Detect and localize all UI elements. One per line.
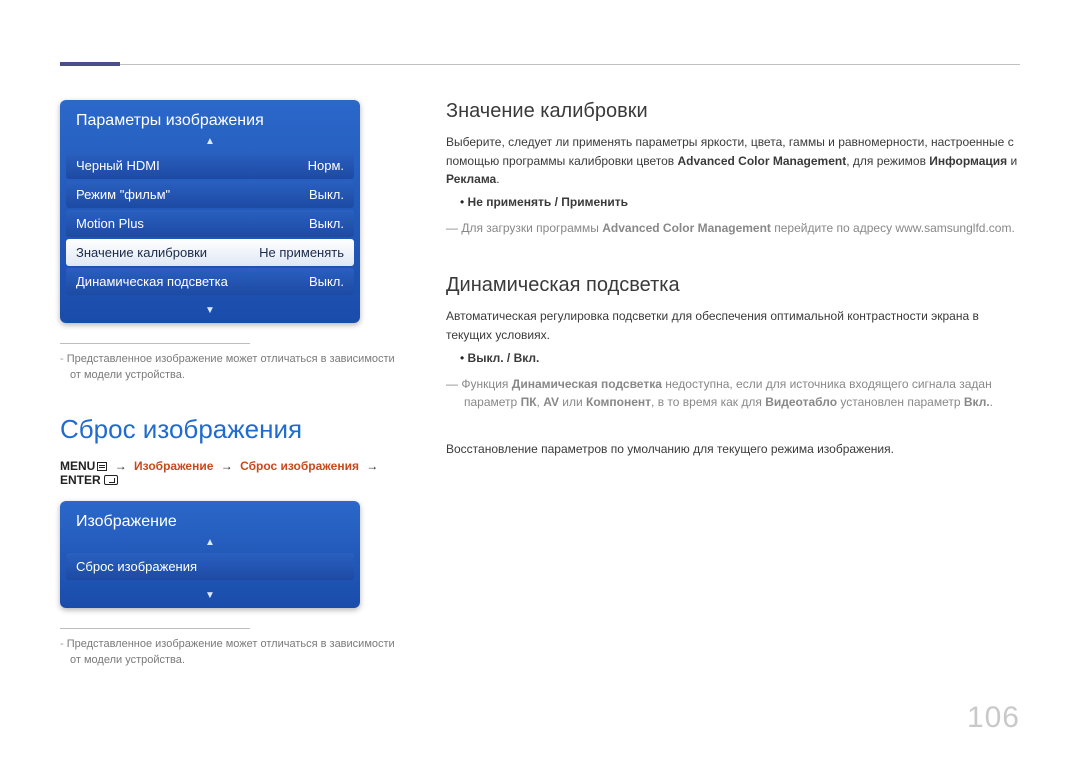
osd-row-dynamic-backlight[interactable]: Динамическая подсветка Выкл.: [66, 268, 354, 295]
osd-picture: Изображение ▲ Сброс изображения ▼: [60, 501, 360, 608]
osd-row-film-mode[interactable]: Режим "фильм" Выкл.: [66, 181, 354, 208]
osd-row-motion-plus[interactable]: Motion Plus Выкл.: [66, 210, 354, 237]
osd-rows: Черный HDMI Норм. Режим "фильм" Выкл. Mo…: [60, 146, 360, 307]
top-rule: [60, 64, 1020, 65]
reset-picture-desc: Восстановление параметров по умолчанию д…: [446, 440, 1020, 459]
footnote-rule: [60, 343, 250, 344]
page-number: 106: [967, 701, 1020, 735]
right-column: Значение калибровки Выберите, следует ли…: [446, 100, 1020, 669]
scroll-down-icon[interactable]: ▼: [60, 592, 360, 608]
scroll-down-icon[interactable]: ▼: [60, 307, 360, 323]
arrow-icon: →: [362, 459, 382, 473]
osd-row-label: Черный HDMI: [76, 158, 160, 173]
osd-row-reset-picture[interactable]: Сброс изображения: [66, 553, 354, 580]
menu-icon: [97, 462, 107, 471]
osd-row-label: Режим "фильм": [76, 187, 170, 202]
osd-row-calibration-value[interactable]: Значение калибровки Не применять: [66, 239, 354, 266]
osd-row-black-hdmi[interactable]: Черный HDMI Норм.: [66, 152, 354, 179]
breadcrumb-step-2: Сброс изображения: [240, 459, 359, 473]
osd-title: Параметры изображения: [60, 100, 360, 138]
arrow-icon: →: [111, 459, 131, 473]
breadcrumb-menu: MENU: [60, 459, 95, 473]
dynamic-backlight-desc: Автоматическая регулировка подсветки для…: [446, 307, 1020, 344]
page: Параметры изображения ▲ Черный HDMI Норм…: [0, 0, 1080, 763]
scroll-up-icon[interactable]: ▲: [60, 138, 360, 146]
breadcrumb-step-1: Изображение: [134, 459, 213, 473]
calibration-desc: Выберите, следует ли применять параметры…: [446, 133, 1020, 189]
arrow-icon: →: [217, 459, 237, 473]
osd-row-value: Выкл.: [309, 187, 344, 202]
calibration-options: Не применять / Применить: [460, 195, 1020, 209]
dynamic-backlight-note: ― Функция Динамическая подсветка недосту…: [446, 375, 1020, 412]
osd-row-value: Выкл.: [309, 274, 344, 289]
osd-rows: Сброс изображения: [60, 547, 360, 592]
heading-dynamic-backlight: Динамическая подсветка: [446, 274, 1020, 297]
heading-reset-picture: Сброс изображения: [60, 414, 400, 445]
dynamic-backlight-options: Выкл. / Вкл.: [460, 351, 1020, 365]
top-rule-accent: [60, 62, 120, 66]
osd-row-value: Норм.: [308, 158, 344, 173]
osd-picture-options: Параметры изображения ▲ Черный HDMI Норм…: [60, 100, 360, 323]
osd-row-label: Сброс изображения: [76, 559, 197, 574]
osd-title: Изображение: [60, 501, 360, 539]
osd-row-label: Motion Plus: [76, 216, 144, 231]
scroll-up-icon[interactable]: ▲: [60, 539, 360, 547]
osd-row-label: Динамическая подсветка: [76, 274, 228, 289]
osd-row-value: Не применять: [259, 245, 344, 260]
footnote-2: Представленное изображение может отличат…: [60, 637, 400, 669]
enter-icon: [104, 475, 118, 485]
breadcrumb-enter: ENTER: [60, 473, 101, 487]
left-column: Параметры изображения ▲ Черный HDMI Норм…: [60, 100, 400, 669]
footnote-1: Представленное изображение может отличат…: [60, 352, 400, 384]
osd-row-label: Значение калибровки: [76, 245, 207, 260]
breadcrumb: MENU → Изображение → Сброс изображения →…: [60, 459, 400, 487]
osd-row-value: Выкл.: [309, 216, 344, 231]
calibration-download-note: ― Для загрузки программы Advanced Color …: [446, 219, 1020, 238]
heading-calibration-value: Значение калибровки: [446, 100, 1020, 123]
footnote-rule: [60, 628, 250, 629]
